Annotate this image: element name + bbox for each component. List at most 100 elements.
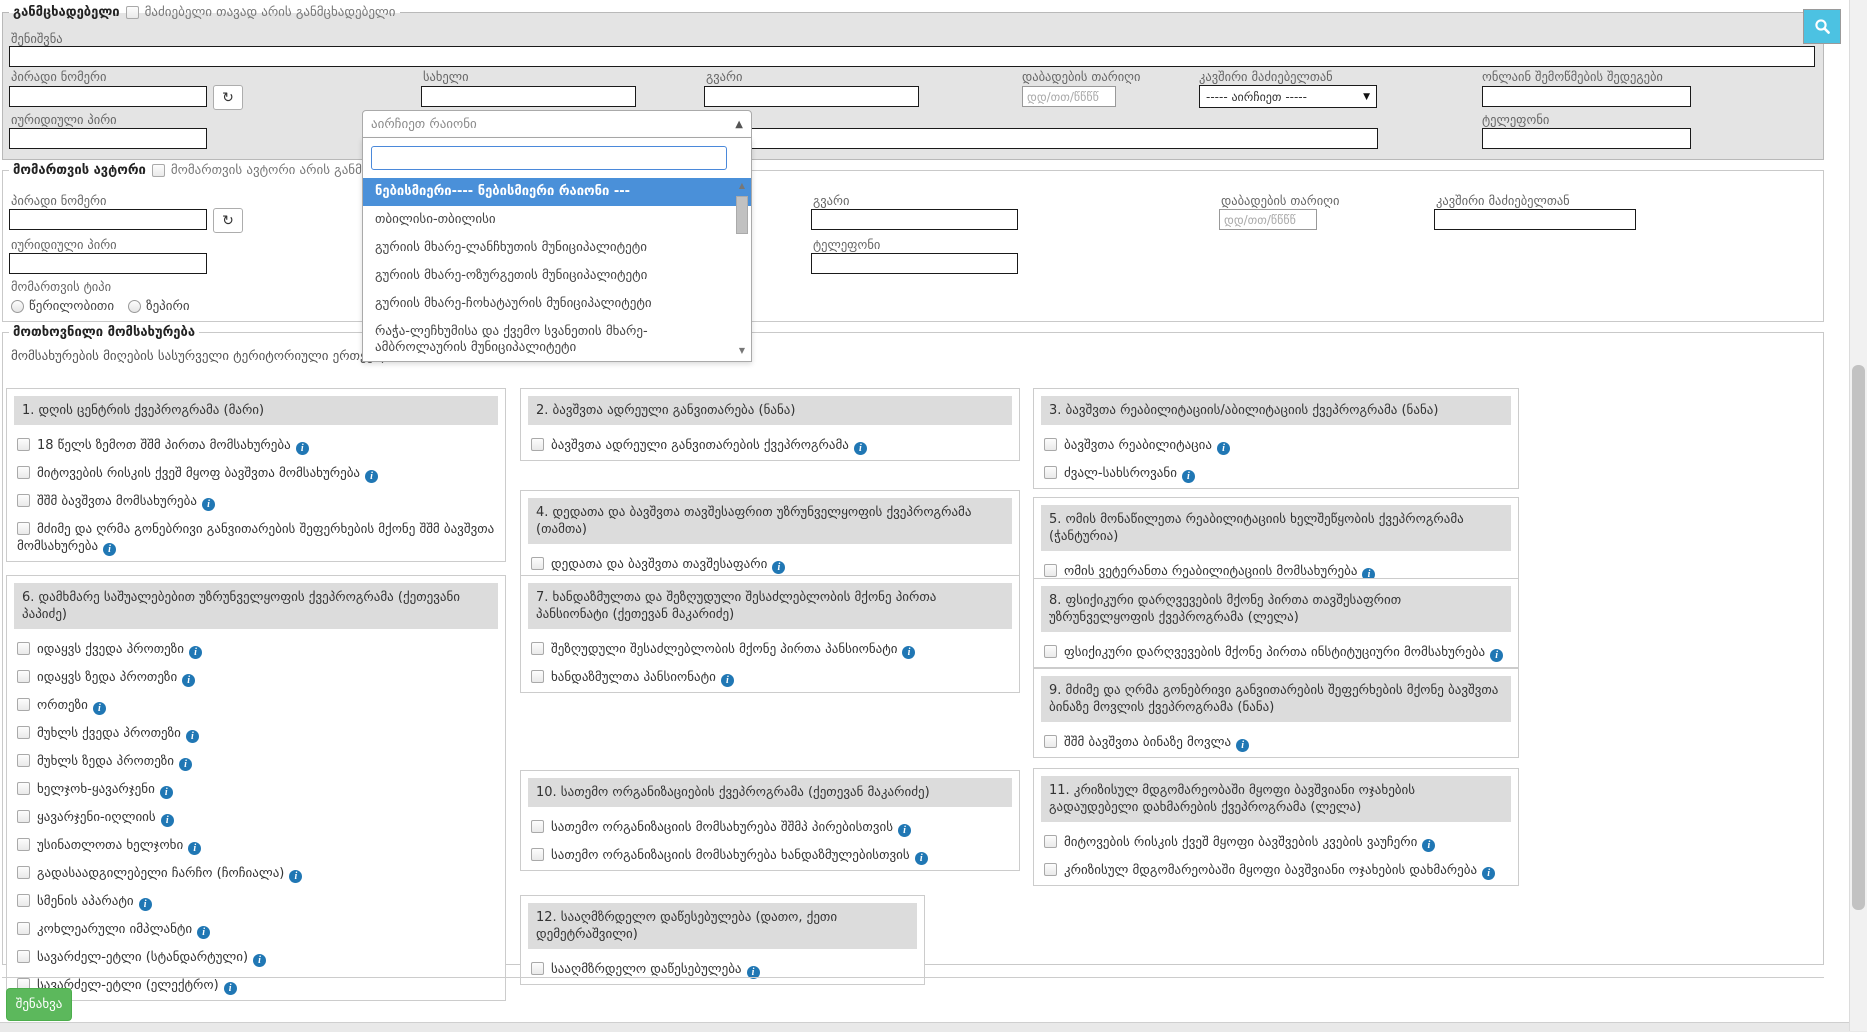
info-icon[interactable] <box>103 543 116 556</box>
region-option[interactable]: გურიის მხარე-ოზურგეთის მუნიციპალიტეტი <box>363 262 751 290</box>
dropdown-scrollbar[interactable]: ▲ ▼ <box>735 180 749 357</box>
info-icon[interactable] <box>1422 839 1435 852</box>
info-icon[interactable] <box>289 870 302 883</box>
scroll-down-icon[interactable]: ▼ <box>735 345 749 357</box>
radio-verbal[interactable] <box>128 300 141 313</box>
info-icon[interactable] <box>721 674 734 687</box>
checkbox[interactable] <box>17 866 30 879</box>
author-phone-input[interactable] <box>811 253 1018 274</box>
phone-input[interactable] <box>1482 128 1691 149</box>
info-icon[interactable] <box>197 926 210 939</box>
author-refresh-button[interactable]: ↻ <box>213 208 243 233</box>
author-last-name-input[interactable] <box>811 209 1018 230</box>
info-icon[interactable] <box>1482 867 1495 880</box>
checkbox[interactable] <box>531 820 544 833</box>
page-scrollbar-thumb[interactable] <box>1852 365 1865 910</box>
region-option[interactable]: ნებისმიერი---- ნებისმიერი რაიონი --- <box>363 178 751 206</box>
info-icon[interactable] <box>253 954 266 967</box>
info-icon[interactable] <box>160 786 173 799</box>
last-name-input[interactable] <box>704 86 919 107</box>
checkbox[interactable] <box>531 642 544 655</box>
checkbox[interactable] <box>531 848 544 861</box>
info-icon[interactable] <box>186 730 199 743</box>
info-icon[interactable] <box>772 561 785 574</box>
address-input[interactable] <box>704 128 1378 149</box>
info-icon[interactable] <box>224 982 237 995</box>
author-birth-date-input[interactable] <box>1219 209 1317 230</box>
appeal-type-verbal[interactable]: ზეპირი <box>128 299 190 314</box>
info-icon[interactable] <box>188 842 201 855</box>
checkbox[interactable] <box>17 438 30 451</box>
info-icon[interactable] <box>296 442 309 455</box>
checkbox[interactable] <box>531 670 544 683</box>
note-input[interactable] <box>9 46 1815 67</box>
region-search-input[interactable] <box>371 146 727 170</box>
checkbox[interactable] <box>1044 835 1057 848</box>
scrollbar-thumb[interactable] <box>736 196 748 234</box>
info-icon[interactable] <box>898 824 911 837</box>
region-option[interactable]: რაჭა-ლეჩხუმისა და ქვემო სვანეთის მხარე-ა… <box>363 318 751 359</box>
info-icon[interactable] <box>93 702 106 715</box>
checkbox[interactable] <box>17 466 30 479</box>
checkbox[interactable] <box>17 726 30 739</box>
info-icon[interactable] <box>1217 442 1230 455</box>
relation-select[interactable]: ----- აირჩიეთ ----- ▼ <box>1199 85 1377 108</box>
checkbox[interactable] <box>17 894 30 907</box>
info-icon[interactable] <box>854 442 867 455</box>
checkbox[interactable] <box>17 838 30 851</box>
scroll-up-icon[interactable]: ▲ <box>735 180 749 192</box>
checkbox[interactable] <box>17 522 30 535</box>
checkbox[interactable] <box>17 782 30 795</box>
save-button[interactable]: შენახვა <box>6 988 72 1021</box>
checkbox[interactable] <box>17 670 30 683</box>
legal-person-input[interactable] <box>9 128 207 149</box>
info-icon[interactable] <box>202 498 215 511</box>
info-icon[interactable] <box>189 646 202 659</box>
info-icon[interactable] <box>365 470 378 483</box>
radio-written[interactable] <box>11 300 24 313</box>
info-icon[interactable] <box>1182 470 1195 483</box>
region-dropdown-control[interactable]: აირჩიეთ რაიონი ▲ <box>362 110 752 138</box>
info-icon[interactable] <box>1236 739 1249 752</box>
info-icon[interactable] <box>179 758 192 771</box>
online-check-input[interactable] <box>1482 86 1691 107</box>
birth-date-input[interactable] <box>1022 86 1116 107</box>
author-relation-input[interactable] <box>1434 209 1636 230</box>
checkbox[interactable] <box>1044 438 1057 451</box>
checkbox[interactable] <box>1044 645 1057 658</box>
author-is-applicant-checkbox[interactable] <box>152 164 165 177</box>
author-legal-person-input[interactable] <box>9 253 207 274</box>
birth-date-label: დაბადების თარიღი <box>1022 69 1140 84</box>
checkbox[interactable] <box>1044 564 1057 577</box>
checkbox[interactable] <box>17 642 30 655</box>
region-option[interactable]: გურიის მხარე-ლანჩხუთის მუნიციპალიტეტი <box>363 234 751 262</box>
info-icon[interactable] <box>139 898 152 911</box>
info-icon[interactable] <box>182 674 195 687</box>
checkbox[interactable] <box>1044 466 1057 479</box>
author-personal-number-input[interactable] <box>9 209 207 230</box>
checkbox[interactable] <box>531 438 544 451</box>
checkbox[interactable] <box>17 922 30 935</box>
appeal-type-written[interactable]: წერილობითი <box>11 299 114 314</box>
checkbox[interactable] <box>17 810 30 823</box>
info-icon[interactable] <box>1490 649 1503 662</box>
checkbox[interactable] <box>531 557 544 570</box>
self-applicant-checkbox[interactable] <box>126 6 139 19</box>
checkbox[interactable] <box>17 494 30 507</box>
first-name-input[interactable] <box>421 86 636 107</box>
info-icon[interactable] <box>161 814 174 827</box>
region-option[interactable]: გურიის მხარე-ჩოხატაურის მუნიციპალიტეტი <box>363 290 751 318</box>
checkbox[interactable] <box>531 962 544 975</box>
info-icon[interactable] <box>915 852 928 865</box>
checkbox[interactable] <box>1044 735 1057 748</box>
checkbox[interactable] <box>17 950 30 963</box>
checkbox[interactable] <box>17 698 30 711</box>
info-icon[interactable] <box>902 646 915 659</box>
checkbox[interactable] <box>1044 863 1057 876</box>
checkbox[interactable] <box>17 754 30 767</box>
page-scrollbar[interactable] <box>1849 0 1867 1031</box>
refresh-button[interactable]: ↻ <box>213 85 243 110</box>
region-option[interactable]: თბილისი-თბილისი <box>363 206 751 234</box>
personal-number-input[interactable] <box>9 86 207 107</box>
search-button[interactable] <box>1803 9 1841 44</box>
